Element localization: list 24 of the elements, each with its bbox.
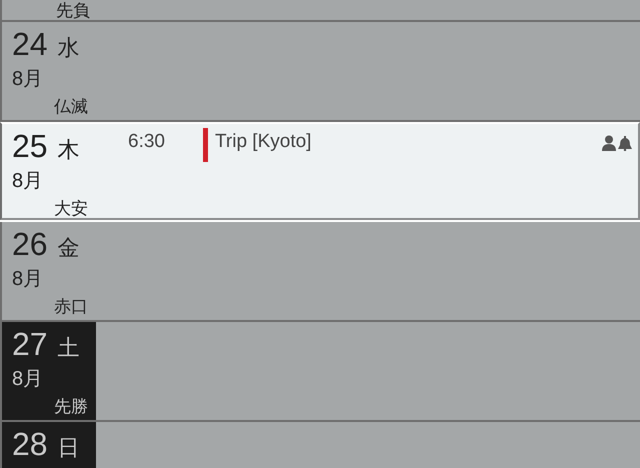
- rokuyo-label: 先勝: [54, 397, 88, 416]
- day-number: 24: [12, 26, 48, 62]
- weekday-label: 土: [58, 334, 80, 362]
- rokuyo-label: 仏滅: [54, 97, 88, 116]
- day-number: 27: [12, 326, 48, 362]
- month-label: 8月: [12, 67, 44, 92]
- month-label: 8月: [12, 367, 44, 392]
- weekday-label: 木: [58, 136, 80, 164]
- weekday-label: 金: [58, 234, 80, 262]
- rokuyo-label: 先負: [56, 1, 90, 20]
- day-number: 28: [12, 426, 48, 462]
- day-number: 26: [12, 226, 48, 262]
- weekday-label: 日: [58, 434, 80, 462]
- event-time: 6:30: [128, 130, 166, 154]
- day-row[interactable]: 25 木 8月 大安 6:30 Trip [Kyoto]: [0, 122, 640, 220]
- day-row[interactable]: 27 土 8月 先勝: [0, 322, 640, 422]
- event-title[interactable]: Trip [Kyoto]: [215, 128, 602, 156]
- weekday-label: 水: [58, 34, 80, 62]
- rokuyo-label: 赤口: [54, 297, 88, 316]
- month-label: 8月: [12, 267, 44, 292]
- month-label: 8月: [12, 169, 44, 194]
- rokuyo-label: 大安: [54, 199, 88, 218]
- day-number: 25: [12, 128, 48, 164]
- day-row[interactable]: 28 日: [0, 422, 640, 468]
